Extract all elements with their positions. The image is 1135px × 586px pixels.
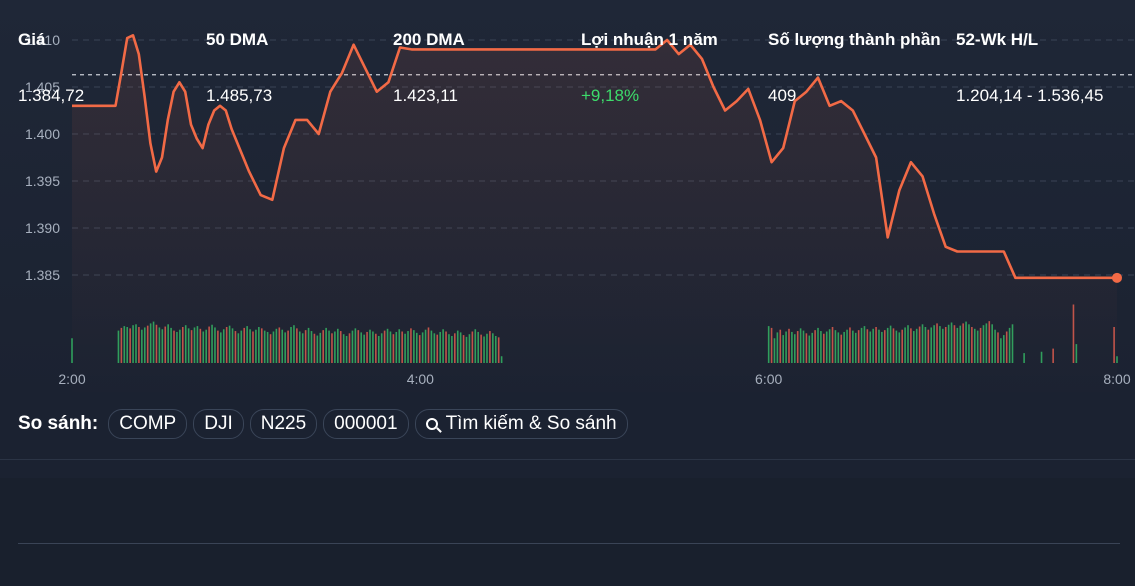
stat-value-price: 1.384,72 xyxy=(18,86,85,105)
section-divider xyxy=(0,459,1135,460)
stat-header-200dma: 200 DMA xyxy=(393,30,465,49)
stat-header-price: Giá xyxy=(18,30,46,49)
compare-chip-comp[interactable]: COMP xyxy=(108,409,188,439)
stat-value-1y-return: +9,18% xyxy=(581,86,640,105)
price-chart[interactable]: 1.4101.4051.4001.3951.3901.3852:004:006:… xyxy=(0,0,1135,400)
stats-table xyxy=(0,478,1135,586)
search-compare-button[interactable]: Tìm kiếm & So sánh xyxy=(414,409,628,439)
search-compare-label: Tìm kiếm & So sánh xyxy=(445,413,617,434)
price-chart-svg: 1.4101.4051.4001.3951.3901.3852:004:006:… xyxy=(25,32,1135,400)
compare-chip-n225[interactable]: N225 xyxy=(249,409,318,439)
stats-row-divider xyxy=(18,543,1120,544)
stat-header-50dma: 50 DMA xyxy=(206,30,269,49)
y-tick-label: 1.385 xyxy=(25,267,60,283)
compare-row: So sánh: COMP DJI N225 000001 Tìm kiếm &… xyxy=(18,409,628,439)
last-price-dot xyxy=(1112,272,1122,283)
stat-value-52wk: 1.204,14 - 1.536,45 xyxy=(956,86,1104,105)
compare-chip-dji[interactable]: DJI xyxy=(193,409,244,439)
stat-value-200dma: 1.423,11 xyxy=(393,86,458,105)
y-tick-label: 1.390 xyxy=(25,220,60,236)
stat-value-components: 409 xyxy=(768,86,797,105)
compare-label: So sánh: xyxy=(18,413,99,434)
compare-chip-000001[interactable]: 000001 xyxy=(323,409,409,439)
y-tick-label: 1.400 xyxy=(25,126,60,142)
stat-header-components: Số lượng thành phần xyxy=(768,30,941,49)
stat-value-50dma: 1.485,73 xyxy=(206,86,273,105)
y-tick-label: 1.395 xyxy=(25,173,60,189)
stat-header-52wk: 52-Wk H/L xyxy=(956,30,1039,49)
search-icon xyxy=(425,418,438,430)
stat-header-1y-return: Lợi nhuận 1 năm xyxy=(581,30,718,49)
